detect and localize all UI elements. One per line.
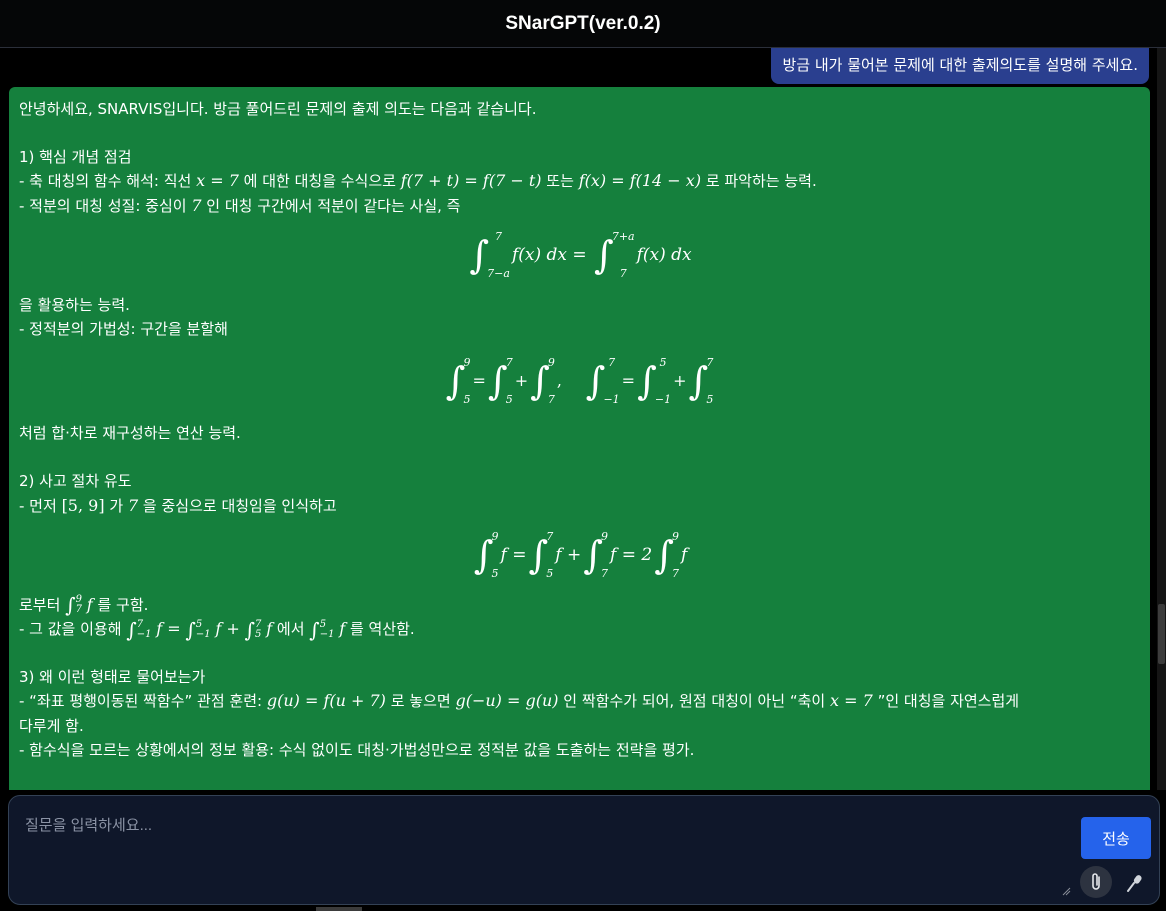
integral-inline: ∫ 5 −1 — [185, 617, 211, 642]
integral-inline: ∫ 7 −1 — [126, 617, 152, 642]
intro-text: 안녕하세요, SNARVIS입니다. 방금 풀어드린 문제의 출제 의도는 다음… — [19, 100, 537, 118]
math-inline: [5, 9] — [61, 495, 105, 515]
app-header: SNarGPT(ver.0.2) — [0, 0, 1166, 48]
integral: ∫ 9 7 — [583, 530, 609, 581]
text-line: - 그 값을 이용해 ∫ 7 −1 f = ∫ 5 −1 f + ∫ 7 5 f 에서 ∫ 5… — [19, 617, 415, 642]
section-title: 3) 왜 이런 형태로 물어보는가 — [19, 668, 206, 687]
text-line: 처럼 합·차로 재구성하는 연산 능력. — [19, 424, 241, 443]
integral: ∫ 7 −1 — [585, 356, 620, 407]
math-inline: f(x) = f(14 − x) — [578, 171, 702, 191]
text-line: - 정적분의 가법성: 구간을 분할해 — [19, 320, 228, 339]
integral: ∫ 9 5 — [445, 356, 471, 407]
message-composer: 전송 — [8, 795, 1160, 905]
integral-inline: ∫ 9 7 — [65, 593, 82, 618]
text-line: - 먼저 [5, 9] 가 7 을 중심으로 대칭임을 인식하고 — [19, 495, 337, 515]
integral: ∫ 7 5 — [528, 530, 554, 581]
user-message: 방금 내가 물어본 문제에 대한 출제의도를 설명해 주세요. — [771, 48, 1149, 84]
section-title: 2) 사고 절차 유도 — [19, 472, 132, 491]
integral: ∫ 7+a 7 — [594, 230, 635, 281]
integral: ∫ 9 7 — [654, 530, 680, 581]
math-inline: g(u) = f(u + 7) — [266, 691, 386, 711]
chat-scrollbar[interactable] — [1157, 48, 1166, 790]
math-display-equation: ∫ 7 7−a f(x) dx = ∫ 7+a 7 f(x) dx — [469, 230, 692, 281]
microphone-icon — [1127, 875, 1142, 892]
math-inline: x = 7 — [196, 171, 239, 191]
app-window: SNarGPT(ver.0.2) 방금 내가 물어본 문제에 대한 출제의도를 … — [0, 0, 1166, 911]
text-line: 다루게 함. — [19, 716, 84, 735]
attach-button[interactable] — [1080, 866, 1112, 898]
question-input[interactable] — [25, 814, 1065, 894]
resize-grip-icon[interactable] — [1061, 886, 1071, 896]
scrollbar-thumb[interactable] — [1158, 604, 1165, 664]
integral-inline: ∫ 5 −1 — [309, 617, 335, 642]
bottom-scroll-handle[interactable] — [316, 907, 362, 911]
text-line: 로부터 ∫ 9 7 f 를 구함. — [19, 593, 149, 618]
integral-inline: ∫ 7 5 — [244, 617, 262, 642]
text-line: - 축 대칭의 함수 해석: 직선 x = 7 에 대한 대칭을 수식으로 f(… — [19, 171, 817, 191]
math-inline: 7 — [127, 495, 139, 515]
math-display-equation: ∫ 9 5 f = ∫ 7 5 f + ∫ 9 7 f = 2 ∫ 9 7 f — [473, 530, 688, 581]
text-line: - “좌표 평행이동된 짝함수” 관점 훈련: g(u) = f(u + 7) … — [19, 691, 1020, 711]
text-line: - 적분의 대칭 성질: 중심이 7 인 대칭 구간에서 적분이 같다는 사실,… — [19, 195, 461, 215]
text-line: 을 활용하는 능력. — [19, 295, 130, 314]
integral: ∫ 7 5 — [487, 356, 513, 407]
assistant-message: 안녕하세요, SNARVIS입니다. 방금 풀어드린 문제의 출제 의도는 다음… — [9, 87, 1150, 790]
section-title: 1) 핵심 개념 점검 — [19, 148, 132, 167]
math-inline: f(7 + t) = f(7 − t) — [400, 171, 542, 191]
math-inline: g(−u) = g(u) — [455, 691, 559, 711]
app-title: SNarGPT(ver.0.2) — [505, 12, 661, 34]
integral: ∫ 7 7−a — [469, 230, 510, 281]
math-inline: 7 — [191, 195, 202, 215]
send-button[interactable]: 전송 — [1081, 817, 1151, 859]
math-inline: x = 7 — [830, 691, 873, 711]
integral: ∫ 9 7 — [530, 356, 555, 407]
paperclip-icon — [1092, 873, 1100, 890]
math-display-equation: ∫ 9 5 = ∫ 7 5 + ∫ 9 7 , ∫ 7 −1 = ∫ 5 −1 + ∫ 7 5 — [445, 356, 714, 407]
text-line: - 함수식을 모르는 상황에서의 정보 활용: 수식 없이도 대칭·가법성만으로… — [19, 740, 695, 759]
chat-area: 방금 내가 물어본 문제에 대한 출제의도를 설명해 주세요. 안녕하세요, S… — [0, 48, 1166, 790]
integral: ∫ 7 5 — [688, 356, 714, 407]
microphone-button[interactable] — [1123, 871, 1147, 895]
integral: ∫ 9 5 — [473, 530, 499, 581]
integral: ∫ 5 −1 — [637, 356, 672, 407]
